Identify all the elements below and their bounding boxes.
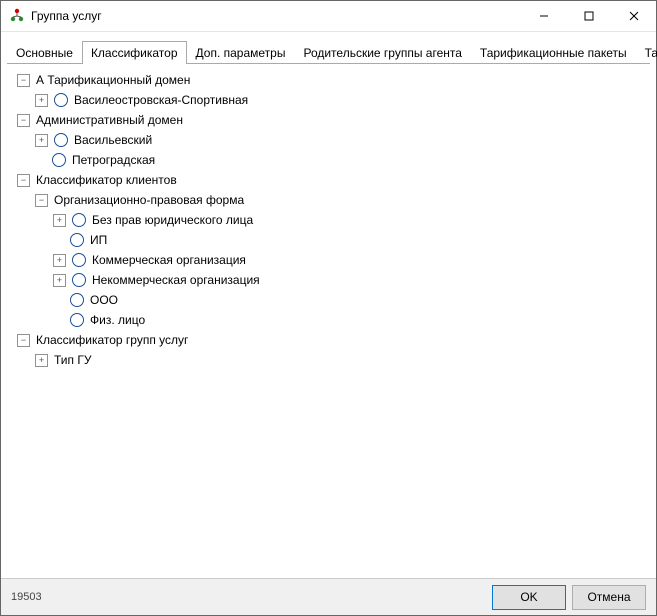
tree-node[interactable]: −Административный домен bbox=[5, 110, 652, 130]
minimize-button[interactable] bbox=[521, 1, 566, 31]
tab-0[interactable]: Основные bbox=[7, 41, 82, 64]
tree-node-label: Василеостровская-Спортивная bbox=[74, 93, 248, 107]
expander-spacer bbox=[53, 315, 64, 326]
tree-node-label: Коммерческая организация bbox=[92, 253, 246, 267]
tree-node-label: ИП bbox=[90, 233, 107, 247]
expand-icon[interactable]: + bbox=[53, 274, 66, 287]
radio-icon[interactable] bbox=[70, 293, 84, 307]
maximize-button[interactable] bbox=[566, 1, 611, 31]
tree-node-label: Организационно-правовая форма bbox=[54, 193, 244, 207]
tree-node-label: Васильевский bbox=[74, 133, 152, 147]
tree-node[interactable]: + Василеостровская-Спортивная bbox=[5, 90, 652, 110]
collapse-icon[interactable]: − bbox=[35, 194, 48, 207]
radio-icon[interactable] bbox=[70, 313, 84, 327]
footer: 19503 OK Отмена bbox=[1, 578, 656, 615]
radio-icon[interactable] bbox=[72, 273, 86, 287]
tree-node-label: Петроградская bbox=[72, 153, 155, 167]
titlebar: Группа услуг bbox=[1, 1, 656, 32]
radio-icon[interactable] bbox=[52, 153, 66, 167]
tab-label: Доп. параметры bbox=[196, 46, 286, 60]
tab-5[interactable]: Тари bbox=[636, 41, 657, 64]
expand-icon[interactable]: + bbox=[53, 214, 66, 227]
tree-node-label: Административный домен bbox=[36, 113, 183, 127]
tree-node-label: Классификатор клиентов bbox=[36, 173, 177, 187]
collapse-icon[interactable]: − bbox=[17, 74, 30, 87]
tab-label: Тарификационные пакеты bbox=[480, 46, 627, 60]
radio-icon[interactable] bbox=[72, 213, 86, 227]
tree-node-label: Некоммерческая организация bbox=[92, 273, 260, 287]
tree-node[interactable]: −А Тарификационный домен bbox=[5, 70, 652, 90]
tab-2[interactable]: Доп. параметры bbox=[187, 41, 295, 64]
tab-3[interactable]: Родительские группы агента bbox=[294, 41, 470, 64]
window-buttons bbox=[521, 1, 656, 31]
collapse-icon[interactable]: − bbox=[17, 114, 30, 127]
tree-node-label: Тип ГУ bbox=[54, 353, 91, 367]
expand-icon[interactable]: + bbox=[35, 94, 48, 107]
app-icon bbox=[9, 8, 25, 24]
tree-node[interactable]: ИП bbox=[5, 230, 652, 250]
tree-node[interactable]: −Классификатор групп услуг bbox=[5, 330, 652, 350]
tree-node[interactable]: + Без прав юридического лица bbox=[5, 210, 652, 230]
tree-node[interactable]: + Коммерческая организация bbox=[5, 250, 652, 270]
tree-node[interactable]: + Некоммерческая организация bbox=[5, 270, 652, 290]
expander-spacer bbox=[53, 295, 64, 306]
tab-label: Классификатор bbox=[91, 46, 178, 60]
collapse-icon[interactable]: − bbox=[17, 334, 30, 347]
tree-node[interactable]: + Васильевский bbox=[5, 130, 652, 150]
tab-label: Основные bbox=[16, 46, 73, 60]
tree-node-label: Физ. лицо bbox=[90, 313, 145, 327]
tree-node[interactable]: Петроградская bbox=[5, 150, 652, 170]
tree: −А Тарификационный домен+Василеостровска… bbox=[1, 64, 656, 578]
radio-icon[interactable] bbox=[54, 93, 68, 107]
window: Группа услуг Основные Классификатор Доп. п… bbox=[0, 0, 657, 616]
tree-node-label: Без прав юридического лица bbox=[92, 213, 253, 227]
tree-node[interactable]: ООО bbox=[5, 290, 652, 310]
tabs: Основные Классификатор Доп. параметры Родит… bbox=[1, 32, 656, 64]
ok-button-label: OK bbox=[520, 590, 537, 604]
collapse-icon[interactable]: − bbox=[17, 174, 30, 187]
window-title: Группа услуг bbox=[31, 9, 521, 23]
cancel-button-label: Отмена bbox=[587, 590, 630, 604]
record-id: 19503 bbox=[11, 591, 42, 603]
tree-node[interactable]: Физ. лицо bbox=[5, 310, 652, 330]
tab-label: Родительские группы агента bbox=[303, 46, 461, 60]
ok-button[interactable]: OK bbox=[492, 585, 566, 610]
tree-node-label: А Тарификационный домен bbox=[36, 73, 190, 87]
expand-icon[interactable]: + bbox=[35, 134, 48, 147]
tab-4[interactable]: Тарификационные пакеты bbox=[471, 41, 636, 64]
tab-label: Тари bbox=[645, 46, 657, 60]
tab-1[interactable]: Классификатор bbox=[82, 41, 187, 64]
tree-node-label: Классификатор групп услуг bbox=[36, 333, 188, 347]
expander-spacer bbox=[53, 235, 64, 246]
radio-icon[interactable] bbox=[72, 253, 86, 267]
expander-spacer bbox=[35, 155, 46, 166]
expand-icon[interactable]: + bbox=[35, 354, 48, 367]
expand-icon[interactable]: + bbox=[53, 254, 66, 267]
radio-icon[interactable] bbox=[54, 133, 68, 147]
tree-node[interactable]: + Тип ГУ bbox=[5, 350, 652, 370]
cancel-button[interactable]: Отмена bbox=[572, 585, 646, 610]
radio-icon[interactable] bbox=[70, 233, 84, 247]
tree-node[interactable]: −Классификатор клиентов bbox=[5, 170, 652, 190]
tree-node-label: ООО bbox=[90, 293, 118, 307]
tree-node[interactable]: −Организационно-правовая форма bbox=[5, 190, 652, 210]
close-button[interactable] bbox=[611, 1, 656, 31]
